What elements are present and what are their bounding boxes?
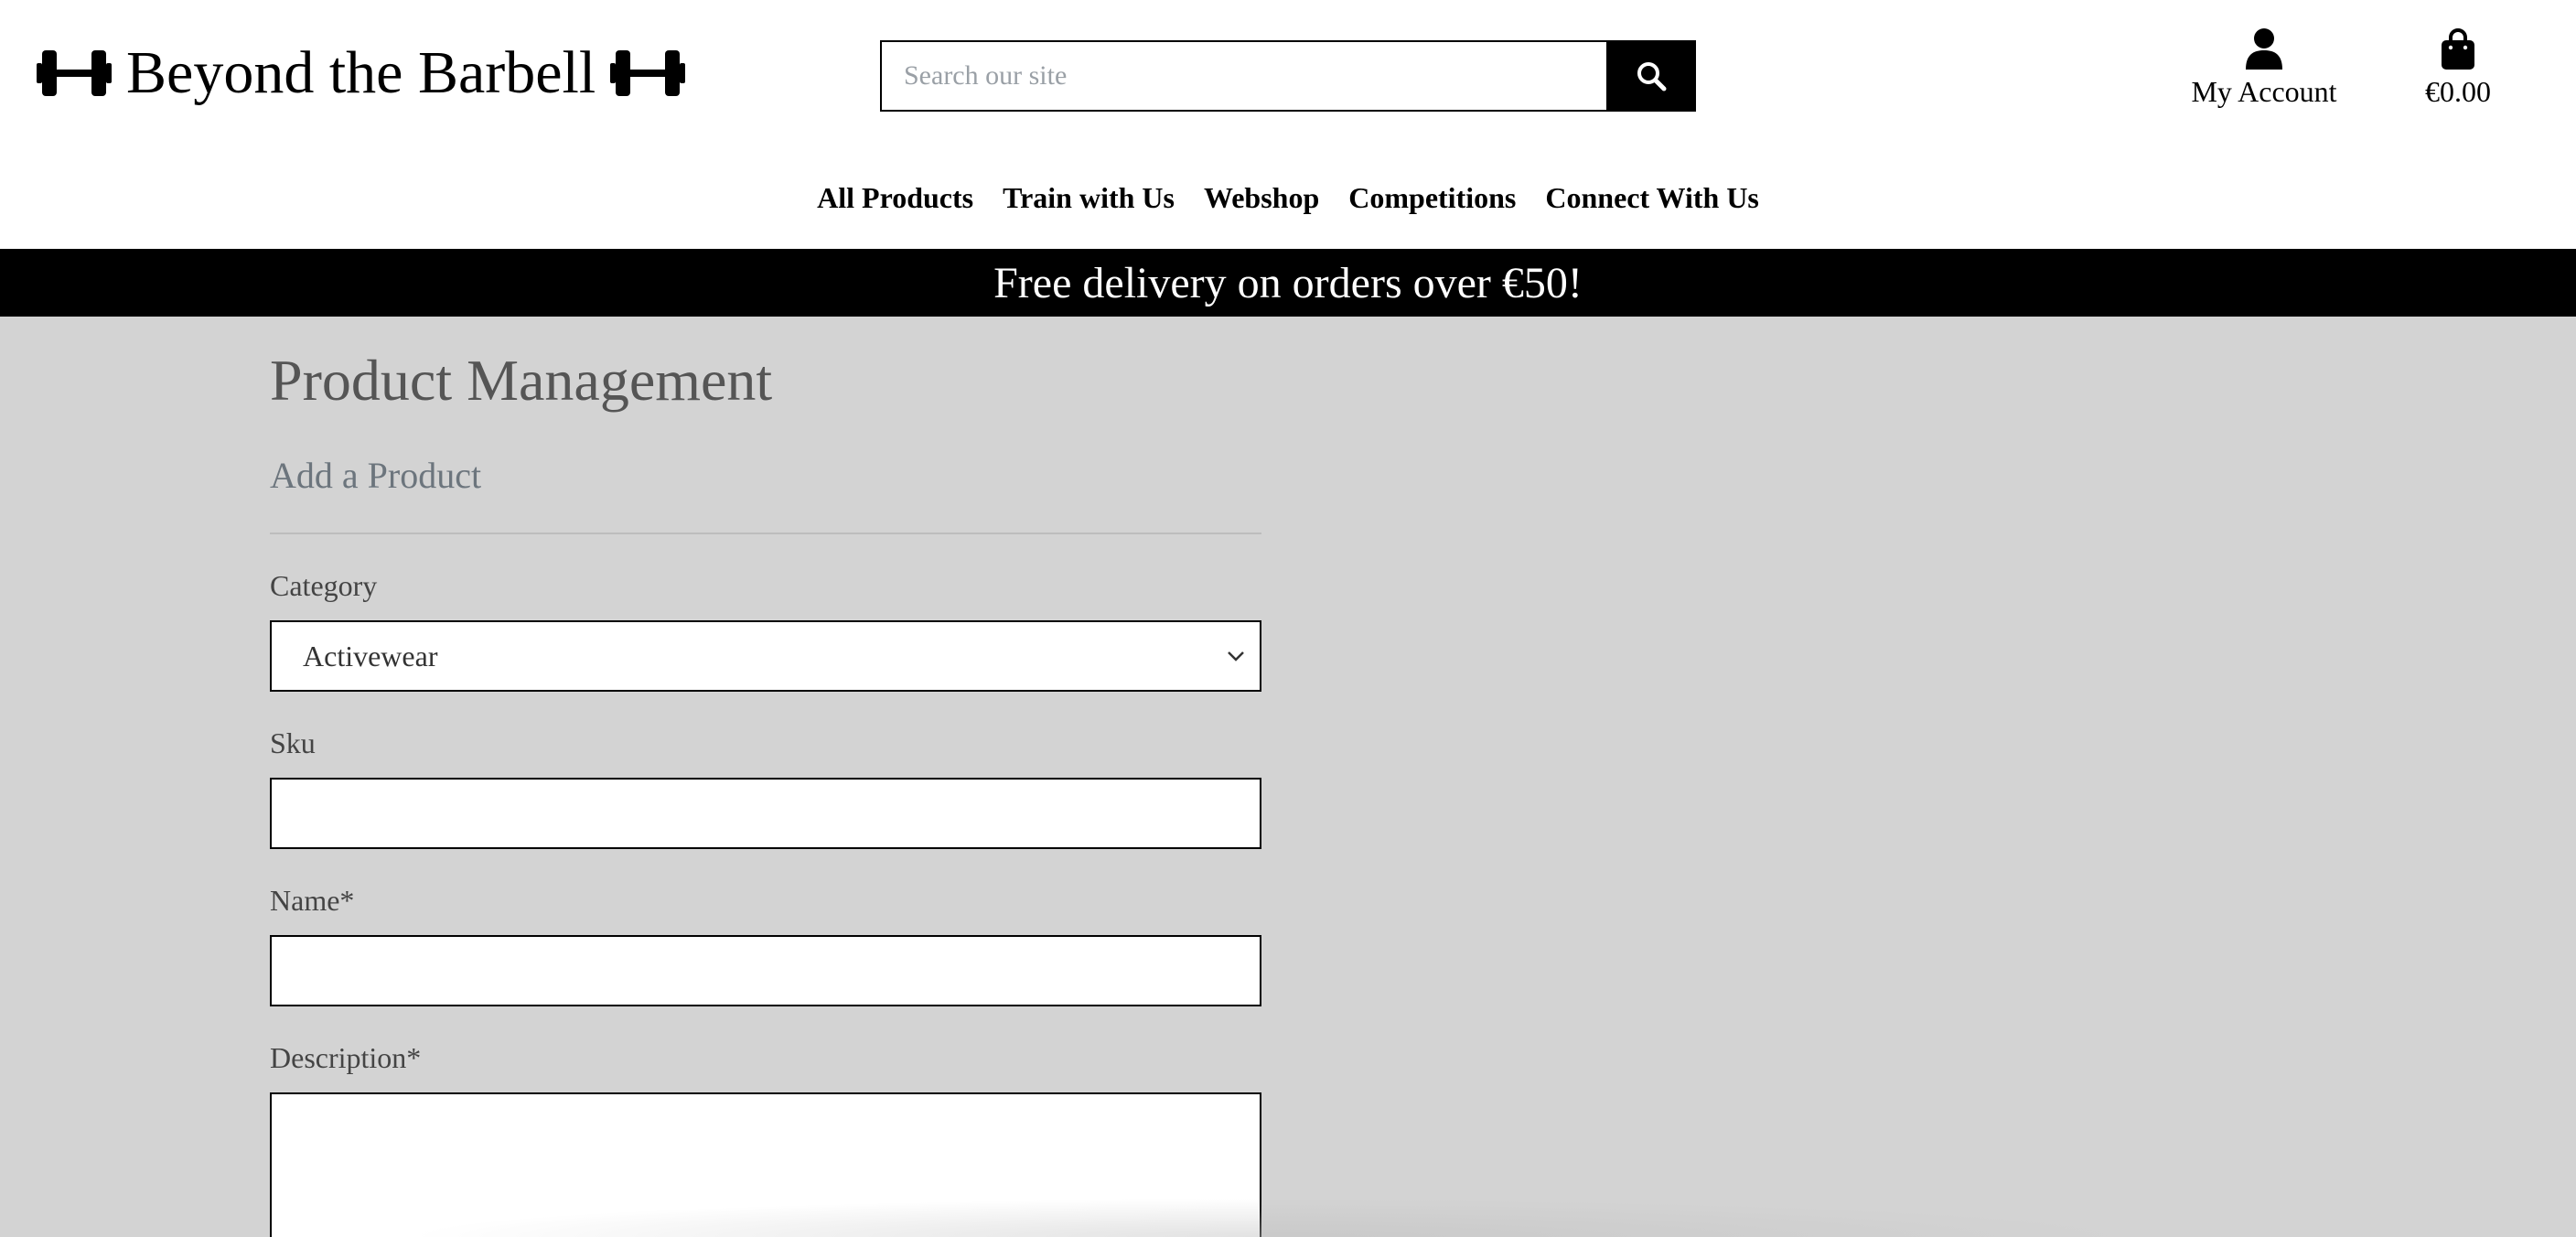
- main-nav: All Products Train with Us Webshop Compe…: [0, 174, 2576, 221]
- name-label: Name*: [270, 884, 355, 917]
- shopping-bag-link[interactable]: €0.00: [2408, 27, 2508, 109]
- sku-input[interactable]: [270, 778, 1261, 849]
- nav-webshop[interactable]: Webshop: [1204, 174, 1319, 221]
- dumbbell-icon: [37, 50, 112, 96]
- category-selected-value: Activewear: [303, 639, 438, 672]
- product-management-form: Product Management Add a Product Categor…: [270, 317, 1261, 1237]
- search-input[interactable]: [880, 40, 1606, 112]
- shopping-bag-icon: [2442, 28, 2474, 70]
- search-bar: [880, 40, 1696, 112]
- dumbbell-icon: [610, 50, 686, 96]
- search-icon: [1637, 62, 1667, 91]
- my-account-link[interactable]: My Account: [2177, 27, 2351, 109]
- user-icon: [2246, 28, 2282, 70]
- search-button[interactable]: [1606, 40, 1696, 112]
- category-select[interactable]: Activewear: [270, 620, 1261, 692]
- site-header: Beyond the Barbell My Account: [0, 0, 2576, 249]
- my-account-label: My Account: [2191, 75, 2337, 108]
- nav-all-products[interactable]: All Products: [817, 174, 973, 221]
- delivery-banner-text: Free delivery on orders over €50!: [993, 258, 1583, 307]
- page-title: Product Management: [270, 348, 773, 413]
- description-textarea[interactable]: [270, 1092, 1261, 1237]
- category-label: Category: [270, 569, 378, 602]
- divider: [270, 532, 1261, 534]
- nav-train-with-us[interactable]: Train with Us: [1003, 174, 1175, 221]
- sku-label: Sku: [270, 726, 316, 759]
- nav-connect-with-us[interactable]: Connect With Us: [1545, 174, 1759, 221]
- name-input[interactable]: [270, 935, 1261, 1006]
- section-title: Add a Product: [270, 455, 482, 496]
- bag-total: €0.00: [2425, 75, 2491, 108]
- site-logo[interactable]: Beyond the Barbell: [37, 35, 686, 112]
- nav-competitions[interactable]: Competitions: [1348, 174, 1516, 221]
- delivery-banner: Free delivery on orders over €50!: [0, 249, 2576, 317]
- chevron-down-icon: [1228, 651, 1244, 662]
- logo-text: Beyond the Barbell: [126, 39, 596, 106]
- description-label: Description*: [270, 1041, 422, 1074]
